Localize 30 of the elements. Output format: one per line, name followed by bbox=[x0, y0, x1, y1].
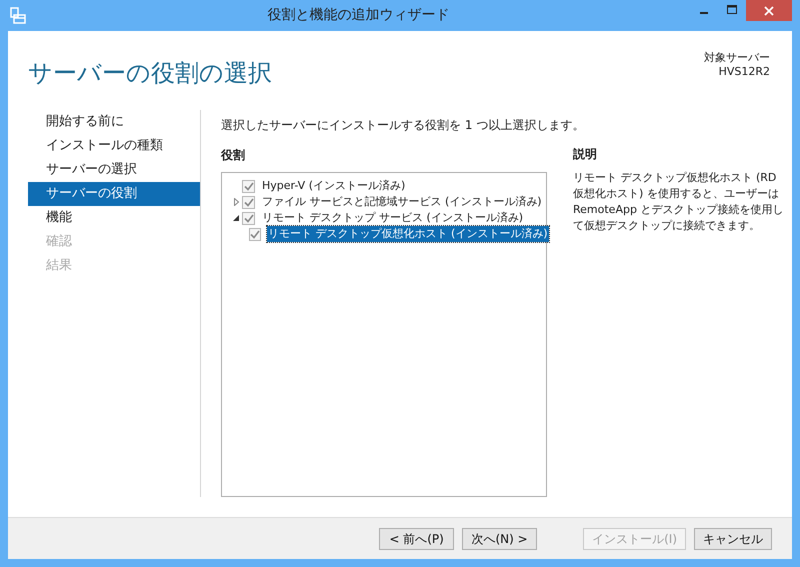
window-title: 役割と機能の追加ウィザード bbox=[266, 6, 450, 25]
wizard-button[interactable]: < 前へ(P) bbox=[379, 528, 454, 550]
wizard-step[interactable]: サーバーの選択 bbox=[28, 158, 200, 182]
close-icon[interactable] bbox=[764, 6, 774, 16]
wizard-step[interactable]: 開始する前に bbox=[28, 110, 200, 134]
tree-item[interactable]: Hyper-V (インストール済み) bbox=[261, 178, 406, 194]
target-server-name: HVS12R2 bbox=[718, 65, 770, 79]
wizard-step[interactable]: サーバーの役割 bbox=[28, 182, 200, 206]
wizard-button[interactable]: 次へ(N) > bbox=[462, 528, 538, 550]
app-icon bbox=[9, 6, 27, 24]
target-server-label: 対象サーバー bbox=[704, 51, 770, 65]
checkbox[interactable] bbox=[242, 212, 255, 224]
wizard-step[interactable]: 機能 bbox=[28, 206, 200, 230]
roles-heading: 役割 bbox=[221, 147, 246, 164]
wizard-step[interactable]: インストールの種類 bbox=[28, 134, 200, 158]
checkbox[interactable] bbox=[242, 180, 255, 192]
tree-item[interactable]: リモート デスクトップ仮想化ホスト (インストール済み) bbox=[267, 226, 549, 242]
page-title: サーバーの役割の選択 bbox=[28, 58, 272, 89]
instruction-text: 選択したサーバーにインストールする役割を 1 つ以上選択します。 bbox=[221, 117, 586, 134]
tree-item[interactable]: ファイル サービスと記憶域サービス (インストール済み) bbox=[261, 194, 543, 210]
tree-item[interactable]: リモート デスクトップ サービス (インストール済み) bbox=[261, 210, 524, 226]
wizard-button[interactable]: キャンセル bbox=[694, 528, 772, 550]
close-button[interactable] bbox=[746, 0, 792, 21]
checkbox[interactable] bbox=[242, 196, 255, 208]
checkbox[interactable] bbox=[249, 228, 261, 240]
collapse-icon[interactable] bbox=[232, 214, 240, 222]
expand-icon[interactable] bbox=[232, 198, 240, 206]
maximize-icon[interactable] bbox=[727, 5, 737, 15]
description-heading: 説明 bbox=[573, 146, 598, 162]
description-text: リモート デスクトップ仮想化ホスト (RD 仮想化ホスト) を使用すると、ユーザーは RemoteApp とデスクトップ接続を使用して仮想デスクトップに接続できます。 bbox=[573, 170, 784, 234]
